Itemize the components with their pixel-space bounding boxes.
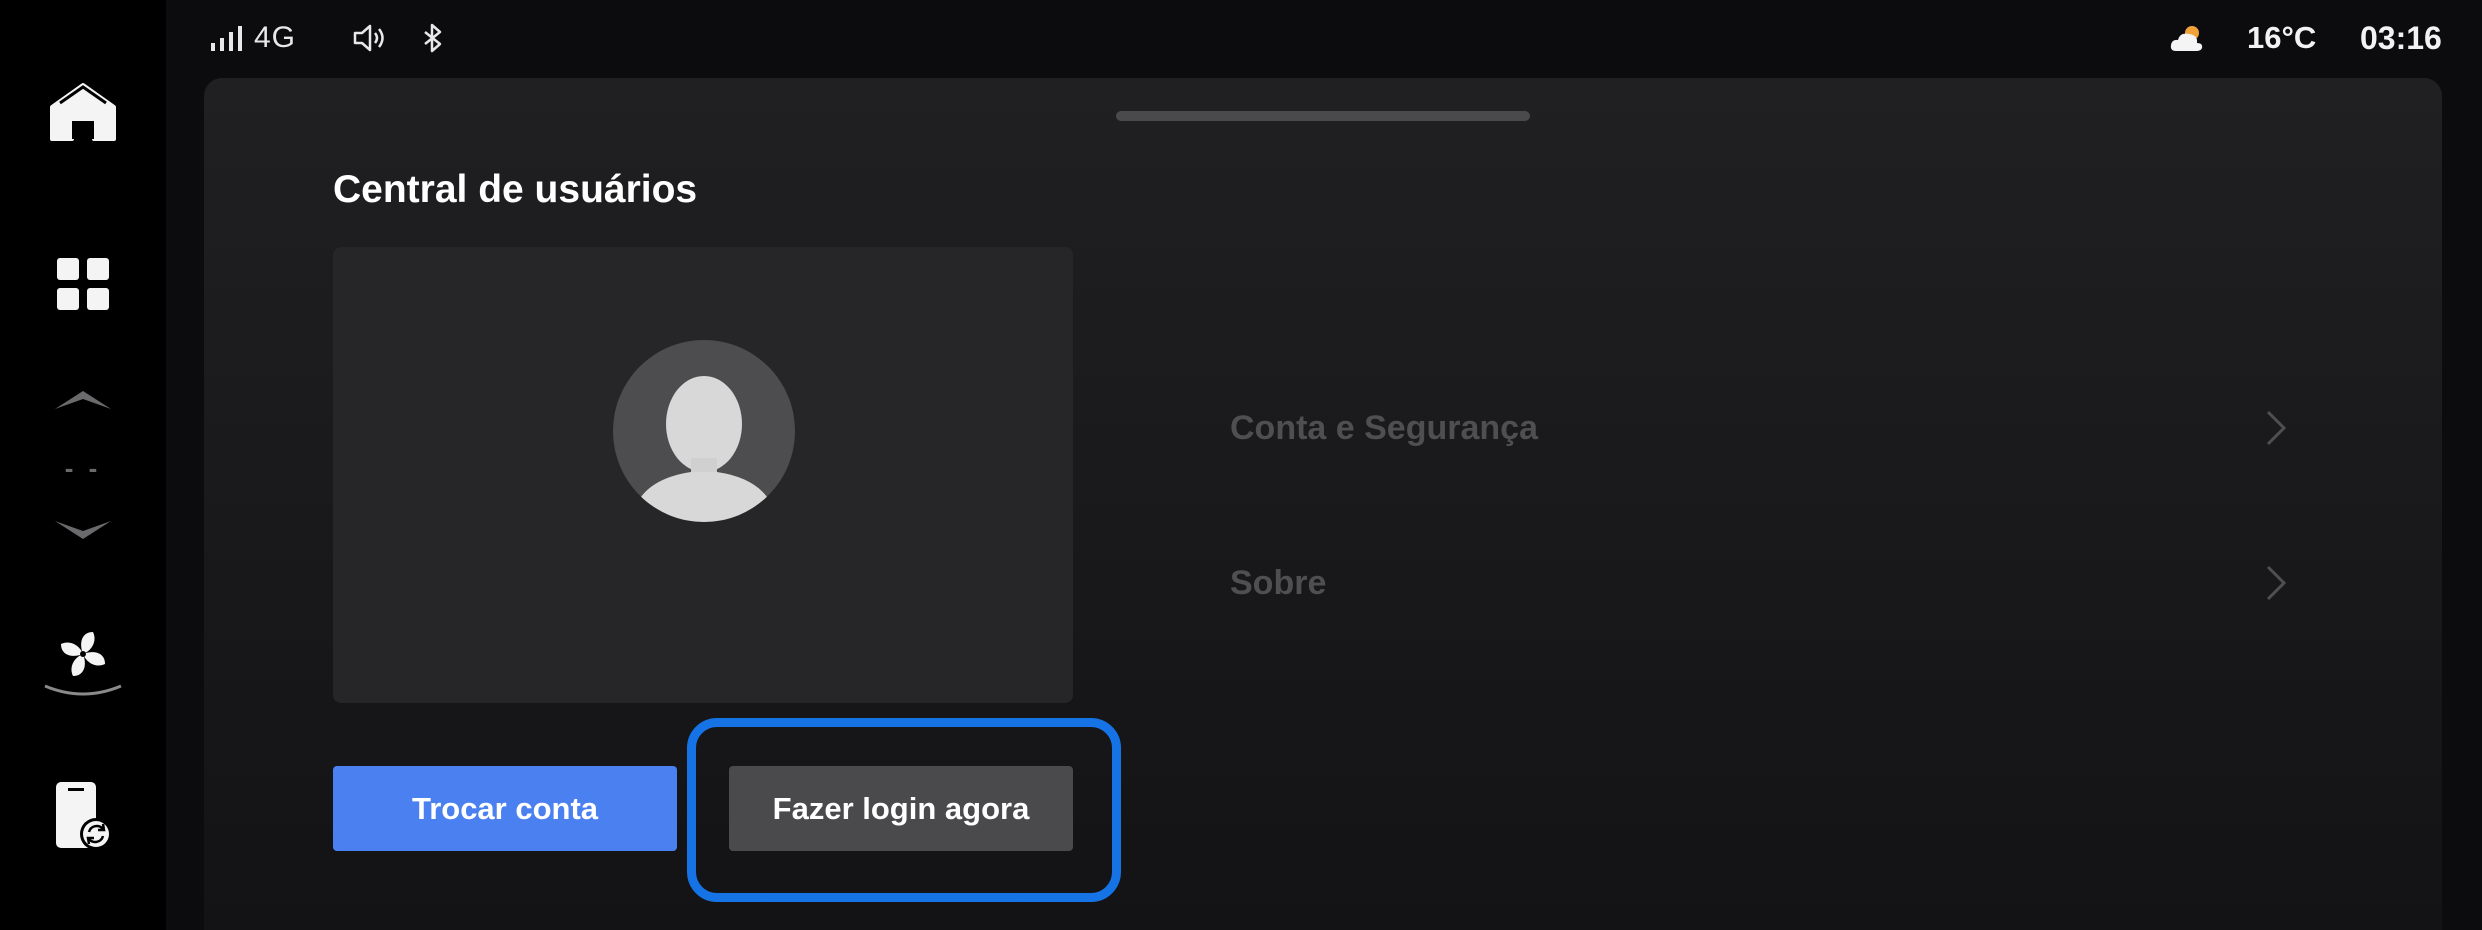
apps-grid-icon <box>57 258 109 310</box>
chevron-down-icon <box>55 521 111 539</box>
user-center-panel: Central de usuários Trocar conta Fazer l… <box>204 78 2442 930</box>
temperature: 16°C <box>2247 20 2317 55</box>
panel-drag-handle[interactable] <box>1116 111 1530 121</box>
clock: 03:16 <box>2360 19 2442 56</box>
focus-highlight <box>687 718 1121 902</box>
bluetooth-icon <box>424 23 442 53</box>
menu-item-label: Sobre <box>1230 563 1327 602</box>
fan-icon <box>44 632 122 696</box>
phone-sync-button[interactable] <box>0 776 166 856</box>
fan-up-button[interactable] <box>0 378 166 418</box>
menu-item-about[interactable]: Sobre <box>1230 543 2290 623</box>
user-card <box>333 247 1073 703</box>
menu-item-account-security[interactable]: Conta e Segurança <box>1230 388 2290 468</box>
fan-down-button[interactable] <box>0 512 166 552</box>
menu-item-label: Conta e Segurança <box>1230 408 1538 447</box>
signal-indicator: 4G <box>210 0 296 76</box>
fan-level-text: - - <box>64 452 102 483</box>
status-bar: 4G 16°C 03:16 <box>166 0 2482 76</box>
bluetooth-indicator[interactable] <box>422 0 444 76</box>
avatar[interactable] <box>613 340 795 522</box>
network-type: 4G <box>254 21 297 54</box>
chevron-up-icon <box>55 391 111 409</box>
fan-level: - - <box>0 448 166 488</box>
left-dock: - - <box>0 0 166 930</box>
home-button[interactable] <box>0 72 166 152</box>
chevron-right-icon <box>2266 410 2287 446</box>
home-icon <box>50 83 116 141</box>
signal-icon <box>211 26 242 51</box>
switch-account-button[interactable]: Trocar conta <box>333 766 677 851</box>
weather-icon <box>2170 26 2203 51</box>
weather-indicator <box>2168 0 2208 76</box>
avatar-placeholder-icon <box>631 376 777 522</box>
chevron-right-icon <box>2266 565 2287 601</box>
volume-indicator[interactable] <box>352 0 388 76</box>
climate-button[interactable] <box>0 620 166 700</box>
phone-sync-icon <box>56 782 112 850</box>
apps-button[interactable] <box>0 244 166 324</box>
page-title: Central de usuários <box>333 168 698 211</box>
volume-icon <box>353 24 384 52</box>
